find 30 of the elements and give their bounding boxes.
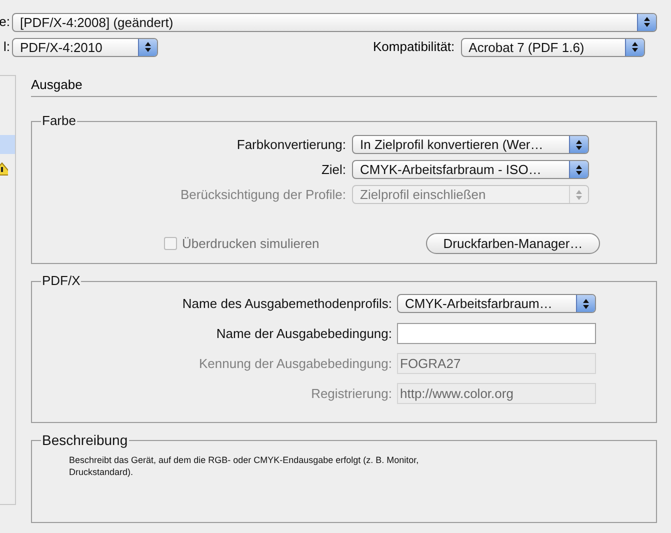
text-field[interactable] [397,323,596,344]
sidebar-item[interactable] [0,135,15,154]
dropdown[interactable]: CMYK-Arbeitsfarbraum - ISO… [352,160,589,179]
warning-icon [0,162,8,176]
field-label: l: [2,38,10,56]
ink-manager-button[interactable]: Druckfarben-Manager… [426,233,600,254]
field-label: Berücksichtigung der Profile: [180,186,346,204]
field-label: Name der Ausgabebedingung: [215,324,392,343]
section-title: Ausgabe [31,77,657,97]
field-label: Kompatibilität: [373,38,455,56]
field-label: Farbkonvertierung: [236,136,346,154]
stepper-icon [630,41,639,53]
field-label: Kennung der Ausgabebedingung: [198,354,392,373]
dropdown[interactable]: Acrobat 7 (PDF 1.6) [460,38,645,56]
stepper-icon [144,41,152,53]
checkbox-label: Überdrucken simulieren [182,234,320,253]
stepper-icon [575,188,583,200]
field-label: e: [0,13,10,32]
field-label: Ziel: [320,160,346,179]
field-label: Registrierung: [310,384,392,403]
stepper-icon [575,164,583,176]
field-label: Name des Ausgabemethodenprofils: [181,294,392,313]
stepper-icon [643,16,651,28]
description-text: Beschreibt das Gerät, auf dem die RGB- oder CMYK-Endausgabe erfolgt (z. B. Monitor, Druckstandard). [69,454,420,478]
dropdown[interactable]: CMYK-Arbeitsfarbraum… [397,294,596,313]
stepper-icon [575,138,583,150]
dropdown[interactable]: [PDF/X-4:2008] (geändert) [12,12,657,32]
dropdown[interactable]: In Zielprofil konvertieren (Wer… [352,135,589,154]
dropdown[interactable]: PDF/X-4:2010 [12,38,158,56]
stepper-icon [582,298,590,310]
